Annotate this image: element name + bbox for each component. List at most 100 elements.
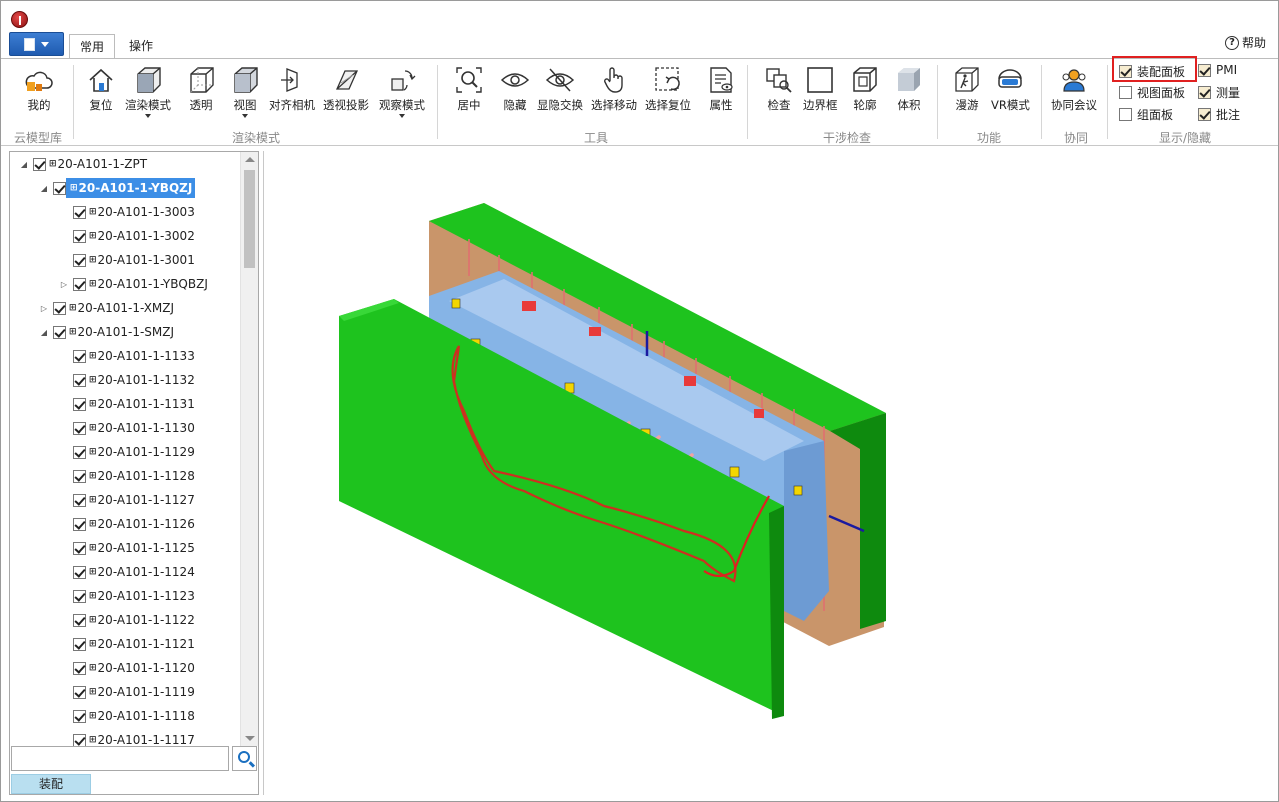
tree-node[interactable]: ⊞ 20-A101-1-1119 [58, 682, 195, 702]
toggle-pmi[interactable]: PMI [1198, 63, 1237, 77]
select-reset-button[interactable]: 选择复位 [645, 63, 691, 113]
center-button[interactable]: 居中 [453, 63, 485, 113]
tree-node[interactable]: ⊞ 20-A101-1-1126 [58, 514, 195, 534]
meeting-button[interactable]: 协同会议 [1051, 63, 1097, 113]
tree-search-input[interactable] [11, 746, 229, 771]
transparent-button[interactable]: 透明 [185, 63, 217, 113]
tree-node[interactable]: ⊞ 20-A101-1-1120 [58, 658, 195, 678]
tree-node[interactable]: ⊞ 20-A101-1-1131 [58, 394, 195, 414]
select-move-button[interactable]: 选择移动 [591, 63, 637, 113]
tree-node-content[interactable]: ⊞ 20-A101-1-1122 [86, 610, 195, 630]
tree-node-content[interactable]: ⊞ 20-A101-1-1126 [86, 514, 195, 534]
tree-node[interactable]: ⊞ 20-A101-1-1123 [58, 586, 195, 606]
my-models-button[interactable]: 我的 [23, 63, 55, 113]
tree-node[interactable]: ⊞ 20-A101-1-1121 [58, 634, 195, 654]
measure-checkbox[interactable] [1198, 86, 1211, 99]
perspective-button[interactable]: 透视投影 [323, 63, 369, 113]
tree-node-content[interactable]: ⊞ 20-A101-1-1133 [86, 346, 195, 366]
model-viewport[interactable] [263, 151, 1275, 795]
tree-node-checkbox[interactable] [73, 685, 86, 699]
align-camera-button[interactable]: 对齐相机 [269, 63, 315, 113]
tree-node-checkbox[interactable] [73, 733, 86, 746]
tree-node[interactable]: ⊞ 20-A101-1-1129 [58, 442, 195, 462]
scroll-down-icon[interactable] [245, 736, 255, 741]
tree-node-content[interactable]: ⊞ 20-A101-1-SMZJ [66, 322, 174, 342]
tree-node[interactable]: ◢ ⊞ 20-A101-1-YBQZJ [38, 178, 196, 198]
tree-node-checkbox[interactable] [53, 181, 66, 195]
tree-node-checkbox[interactable] [73, 253, 86, 267]
tree-node-content[interactable]: ⊞ 20-A101-1-1118 [86, 706, 195, 726]
file-menu-button[interactable] [9, 32, 64, 56]
tree-node[interactable]: ▷ ⊞ 20-A101-1-YBQBZJ [58, 274, 208, 294]
tree-node-checkbox[interactable] [53, 325, 66, 339]
tree-node[interactable]: ⊞ 20-A101-1-1128 [58, 466, 195, 486]
tree-node-checkbox[interactable] [73, 589, 86, 603]
tree-node-content[interactable]: ⊞ 20-A101-1-3002 [86, 226, 195, 246]
toggle-group-panel[interactable]: 组面板 [1119, 106, 1173, 123]
tree-node-content[interactable]: ⊞ 20-A101-1-1117 [86, 730, 195, 746]
tree-node-content[interactable]: ⊞ 20-A101-1-3001 [86, 250, 195, 270]
tree-node-checkbox[interactable] [73, 613, 86, 627]
tree-node-content[interactable]: ⊞ 20-A101-1-1132 [86, 370, 195, 390]
volume-button[interactable]: 体积 [893, 63, 925, 113]
tree-node[interactable]: ⊞ 20-A101-1-1127 [58, 490, 195, 510]
tree-search-button[interactable] [232, 746, 257, 771]
check-button[interactable]: 检查 [763, 63, 795, 113]
outline-button[interactable]: 轮廓 [849, 63, 881, 113]
tree-node[interactable]: ⊞ 20-A101-1-1122 [58, 610, 195, 630]
tree-node-checkbox[interactable] [73, 445, 86, 459]
tree-scrollbar[interactable] [240, 152, 258, 746]
view-button[interactable]: 视图 [229, 63, 261, 118]
tree-node-checkbox[interactable] [73, 541, 86, 555]
tree-node-checkbox[interactable] [33, 157, 46, 171]
toggle-measure[interactable]: 测量 [1198, 84, 1240, 101]
tree-node[interactable]: ◢ ⊞ 20-A101-1-SMZJ [38, 322, 174, 342]
tree-node-selected[interactable]: ⊞ 20-A101-1-YBQZJ [66, 178, 196, 198]
expand-closed-icon[interactable]: ▷ [38, 304, 50, 313]
view-panel-checkbox[interactable] [1119, 86, 1132, 99]
help-button[interactable]: ? 帮助 [1224, 34, 1266, 51]
tree-node-content[interactable]: ⊞ 20-A101-1-3003 [86, 202, 195, 222]
expand-open-icon[interactable]: ◢ [38, 184, 50, 193]
tree-node[interactable]: ⊞ 20-A101-1-3002 [58, 226, 195, 246]
toggle-annotation[interactable]: 批注 [1198, 106, 1240, 123]
scroll-up-icon[interactable] [245, 157, 255, 162]
tree-node-checkbox[interactable] [53, 301, 66, 315]
tree-node-content[interactable]: ⊞ 20-A101-1-1119 [86, 682, 195, 702]
tree-node-content[interactable]: ⊞ 20-A101-1-1121 [86, 634, 195, 654]
tree-node-checkbox[interactable] [73, 661, 86, 675]
bounding-box-button[interactable]: 边界框 [803, 63, 838, 113]
tree-node-checkbox[interactable] [73, 229, 86, 243]
tree-node-content[interactable]: ⊞ 20-A101-1-XMZJ [66, 298, 174, 318]
tree-node-content[interactable]: ⊞ 20-A101-1-1120 [86, 658, 195, 678]
render-mode-button[interactable]: 渲染模式 [125, 63, 171, 118]
tree-node-checkbox[interactable] [73, 421, 86, 435]
tab-assembly[interactable]: 装配 [11, 774, 91, 794]
swap-visibility-button[interactable]: 显隐交换 [537, 63, 583, 113]
tree-node[interactable]: ⊞ 20-A101-1-1124 [58, 562, 195, 582]
scrollbar-thumb[interactable] [244, 170, 255, 268]
vr-mode-button[interactable]: VR模式 [991, 63, 1030, 113]
tree-node-checkbox[interactable] [73, 277, 86, 291]
expand-open-icon[interactable]: ◢ [18, 160, 30, 169]
tree-node-content[interactable]: ⊞ 20-A101-1-1125 [86, 538, 195, 558]
tree-node-content[interactable]: ⊞ 20-A101-1-1127 [86, 490, 195, 510]
tree-node[interactable]: ⊞ 20-A101-1-1125 [58, 538, 195, 558]
tree-node-checkbox[interactable] [73, 397, 86, 411]
tab-operations[interactable]: 操作 [119, 34, 163, 58]
tree-node-content[interactable]: ⊞ 20-A101-1-1128 [86, 466, 195, 486]
toggle-view-panel[interactable]: 视图面板 [1119, 84, 1185, 101]
tree-node[interactable]: ⊞ 20-A101-1-1132 [58, 370, 195, 390]
tree-node-checkbox[interactable] [73, 373, 86, 387]
tree-node-checkbox[interactable] [73, 493, 86, 507]
tree-node-checkbox[interactable] [73, 205, 86, 219]
hide-button[interactable]: 隐藏 [499, 63, 531, 113]
tab-home[interactable]: 常用 [69, 34, 116, 59]
tree-node[interactable]: ▷ ⊞ 20-A101-1-XMZJ [38, 298, 174, 318]
tree-node[interactable]: ⊞ 20-A101-1-3001 [58, 250, 195, 270]
tree-node-content[interactable]: ⊞ 20-A101-1-1124 [86, 562, 195, 582]
tree-node-content[interactable]: ⊞ 20-A101-1-1129 [86, 442, 195, 462]
roam-button[interactable]: 漫游 [951, 63, 983, 113]
tree-node-checkbox[interactable] [73, 565, 86, 579]
tree-node[interactable]: ⊞ 20-A101-1-3003 [58, 202, 195, 222]
